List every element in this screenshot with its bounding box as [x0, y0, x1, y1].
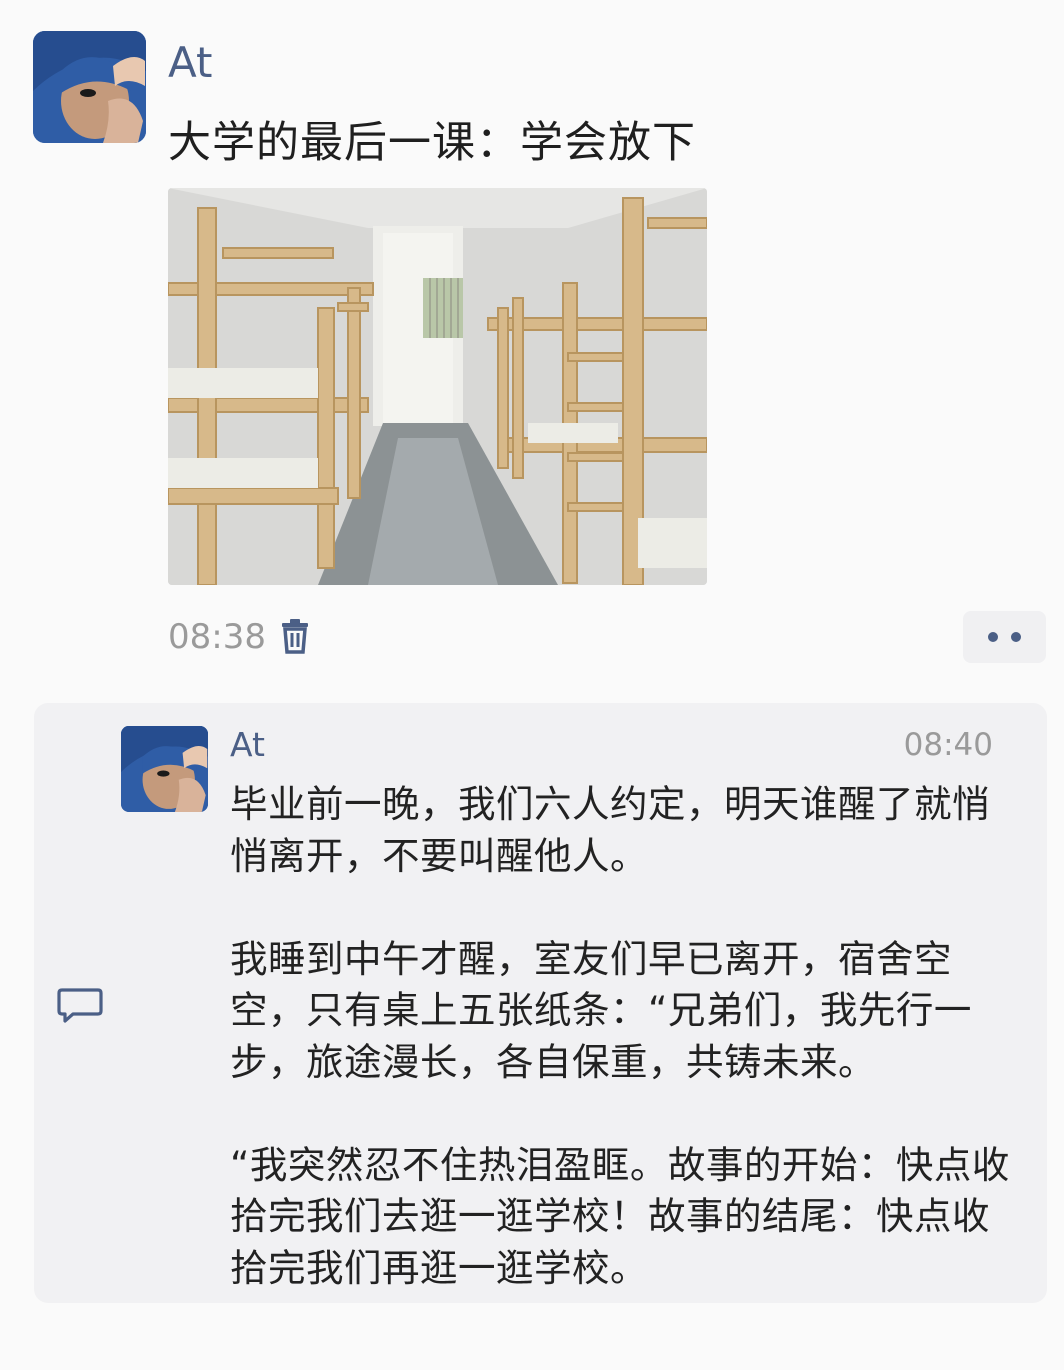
comment-paragraph: 毕业前一晚，我们六人约定，明天谁醒了就悄悄离开，不要叫醒他人。	[230, 782, 990, 878]
post-image[interactable]	[168, 188, 707, 585]
comment-paragraph: 我睡到中午才醒，室友们早已离开，宿舍空空，只有桌上五张纸条：“兄弟们，我先行一步…	[230, 936, 972, 1084]
comments-section: At 08:40 毕业前一晚，我们六人约定，明天谁醒了就悄悄离开，不要叫醒他人。…	[34, 703, 1047, 1303]
more-options-button[interactable]	[963, 611, 1046, 663]
post-timestamp: 08:38	[168, 617, 266, 657]
comment-bubble-icon	[57, 987, 103, 1023]
trash-icon[interactable]	[280, 618, 310, 654]
comment-author-name[interactable]: At	[230, 725, 265, 764]
post-author-name[interactable]: At	[168, 38, 212, 87]
post-text: 大学的最后一课：学会放下	[168, 118, 696, 168]
moment-post: At 大学的最后一课：学会放下 08:38	[0, 0, 1064, 680]
more-dots-icon	[988, 632, 998, 642]
comment-timestamp: 08:40	[903, 727, 993, 763]
comment-author-avatar[interactable]	[121, 726, 208, 812]
author-avatar[interactable]	[33, 31, 146, 143]
more-dot	[1011, 632, 1021, 642]
comment-paragraph: “我突然忍不住热泪盈眶。故事的开始：快点收拾完我们去逛一逛学校！故事的结尾：快点…	[230, 1142, 1010, 1290]
comment-text: 毕业前一晚，我们六人约定，明天谁醒了就悄悄离开，不要叫醒他人。 我睡到中午才醒，…	[230, 779, 1020, 1294]
